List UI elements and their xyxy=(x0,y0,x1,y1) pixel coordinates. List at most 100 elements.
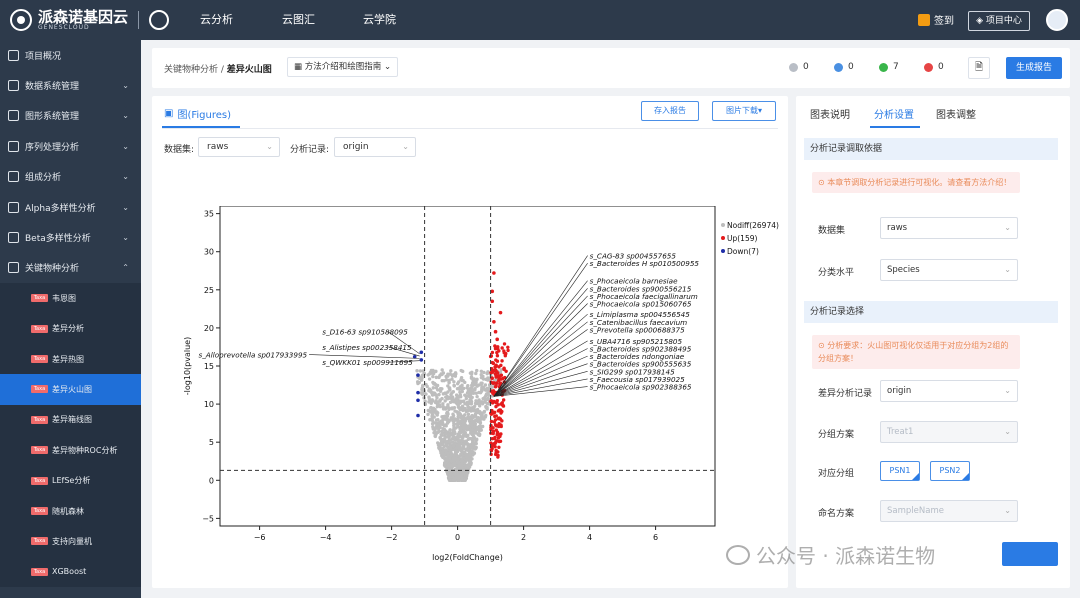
down-point xyxy=(416,390,420,395)
x-tick-label: −6 xyxy=(254,533,266,542)
up-point xyxy=(494,404,498,409)
nodiff-point xyxy=(470,440,475,445)
nodiff-point xyxy=(427,396,431,401)
up-point xyxy=(495,433,499,437)
nodiff-point xyxy=(465,402,470,406)
sidebar-subitem-3[interactable]: Taxa 差异火山图 xyxy=(0,374,141,405)
menu-icon xyxy=(8,110,19,122)
project-center-button[interactable]: ◈ 项目中心 xyxy=(968,11,1030,31)
down-point xyxy=(416,373,420,377)
group-tag-psn1[interactable]: PSN1 xyxy=(880,461,920,481)
user-avatar[interactable] xyxy=(1046,9,1068,31)
up-point xyxy=(497,424,501,429)
tab-figures[interactable]: ▣ 图(Figures) xyxy=(164,106,231,121)
up-point xyxy=(491,370,495,374)
status-dot-icon xyxy=(834,62,843,72)
document-icon[interactable]: 🗎 xyxy=(968,57,990,79)
save-to-report-button[interactable]: 存入报告 xyxy=(641,101,699,121)
nodiff-point xyxy=(480,415,484,419)
nodiff-point xyxy=(481,396,485,401)
tab-analysis-settings[interactable]: 分析设置 xyxy=(874,106,914,121)
nodiff-point xyxy=(477,404,482,408)
naming-scheme-select[interactable]: SampleName ⌄ xyxy=(880,500,1018,522)
group-scheme-label: 分组方案 xyxy=(818,430,855,440)
nodiff-point xyxy=(469,391,473,396)
sidebar-item-0[interactable]: 项目概况 xyxy=(0,40,141,70)
nodiff-point xyxy=(450,395,455,399)
menu-icon xyxy=(8,262,19,274)
nodiff-point xyxy=(474,399,478,403)
nodiff-point xyxy=(434,386,439,390)
nodiff-point xyxy=(447,475,451,479)
topnav-cloud-analysis[interactable]: 云分析 xyxy=(200,0,233,40)
taxa-badge: Taxa xyxy=(31,446,48,455)
chevron-down-icon: ⌄ xyxy=(1004,506,1011,515)
nodiff-point xyxy=(472,388,476,392)
tab-chart-adjust[interactable]: 图表调整 xyxy=(936,106,976,121)
tab-figures-label: 图(Figures) xyxy=(177,110,231,121)
up-point xyxy=(500,419,504,423)
breadcrumb-parent[interactable]: 关键物种分析 xyxy=(164,65,218,75)
nodiff-point xyxy=(435,411,440,415)
sidebar-subitem-1[interactable]: Taxa 差异分析 xyxy=(0,313,141,344)
group-tag-psn2[interactable]: PSN2 xyxy=(930,461,970,481)
sidebar-subitem-0[interactable]: Taxa 韦恩图 xyxy=(0,283,141,314)
sidebar-item-7[interactable]: 关键物种分析 ⌃ xyxy=(0,253,141,283)
topnav-cloud-charts[interactable]: 云图汇 xyxy=(282,0,315,40)
nodiff-point xyxy=(446,396,450,400)
up-point xyxy=(506,348,510,353)
tab-chart-description[interactable]: 图表说明 xyxy=(810,106,850,121)
sidebar-item-6[interactable]: Beta多样性分析 ⌄ xyxy=(0,222,141,252)
up-point xyxy=(489,452,493,457)
nodiff-point xyxy=(463,440,468,444)
nodiff-point xyxy=(476,432,480,437)
group-scheme-select[interactable]: Treat1 ⌄ xyxy=(880,421,1018,443)
sidebar-item-3[interactable]: 序列处理分析 ⌄ xyxy=(0,131,141,161)
sidebar-item-5[interactable]: Alpha多样性分析 ⌄ xyxy=(0,192,141,222)
sidebar-subitem-8[interactable]: Taxa 支持向量机 xyxy=(0,526,141,557)
top-bar: 派森诺基因云 GENESCLOUD 云分析 云图汇 云学院 签到 ◈ 项目中心 xyxy=(0,0,1080,40)
taxa-badge: Taxa xyxy=(31,537,48,546)
taxonomy-level-select[interactable]: Species ⌄ xyxy=(880,259,1018,281)
sidebar-subitem-9[interactable]: Taxa XGBoost xyxy=(0,556,141,588)
dataset-select[interactable]: raws ⌄ xyxy=(198,137,280,157)
nodiff-point xyxy=(466,383,470,388)
sidebar-subitem-6[interactable]: Taxa LEfSe分析 xyxy=(0,465,141,496)
nodiff-point xyxy=(477,399,481,404)
annotation-label: s_Phocaeicola sp015060765 xyxy=(590,300,692,309)
submit-button[interactable] xyxy=(1002,542,1058,566)
download-image-button[interactable]: 图片下载▾ xyxy=(712,101,776,121)
sign-in-button[interactable]: 签到 xyxy=(918,12,954,27)
status-count: 0 xyxy=(938,62,944,72)
brand-logo[interactable]: 派森诺基因云 GENESCLOUD xyxy=(10,9,170,31)
sidebar-subitem-5[interactable]: Taxa 差异物种ROC分析 xyxy=(0,435,141,466)
sidebar-subitem-4[interactable]: Taxa 差异箱线图 xyxy=(0,404,141,436)
up-point xyxy=(495,337,500,342)
guide-label: 方法介绍和绘图指南 xyxy=(304,62,382,72)
right-dataset-select[interactable]: raws ⌄ xyxy=(880,217,1018,239)
nodiff-point xyxy=(453,450,458,455)
sidebar-item-4[interactable]: 组成分析 ⌄ xyxy=(0,162,141,192)
nodiff-point xyxy=(446,463,451,467)
nodiff-point xyxy=(456,403,460,408)
sidebar-item-2[interactable]: 图形系统管理 ⌄ xyxy=(0,101,141,131)
wechat-icon xyxy=(726,544,750,565)
nodiff-point xyxy=(463,471,467,475)
method-guide-dropdown[interactable]: ▦ 方法介绍和绘图指南 ⌄ xyxy=(287,57,399,77)
nodiff-point xyxy=(439,443,443,447)
nodiff-point xyxy=(440,396,444,401)
nodiff-point xyxy=(484,404,488,409)
up-point xyxy=(492,410,497,415)
record-select[interactable]: origin ⌄ xyxy=(334,137,416,157)
generate-report-button[interactable]: 生成报告 xyxy=(1006,57,1062,79)
topnav-cloud-academy[interactable]: 云学院 xyxy=(363,0,396,40)
nodiff-point xyxy=(461,408,466,412)
nodiff-point xyxy=(442,448,447,453)
naming-scheme-label: 命名方案 xyxy=(818,509,855,519)
taxa-badge: Taxa xyxy=(31,355,48,364)
diff-record-select[interactable]: origin ⌄ xyxy=(880,380,1018,402)
sidebar-subitem-2[interactable]: Taxa 差异热图 xyxy=(0,343,141,375)
legend-label: Down(7) xyxy=(727,247,759,256)
sidebar-item-1[interactable]: 数据系统管理 ⌄ xyxy=(0,70,141,100)
sidebar-subitem-7[interactable]: Taxa 随机森林 xyxy=(0,495,141,527)
